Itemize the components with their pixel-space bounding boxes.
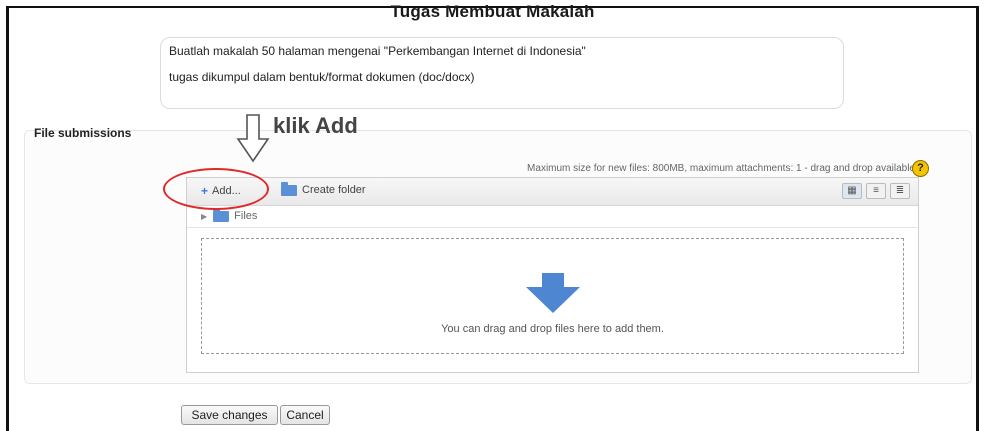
folder-icon xyxy=(213,207,230,222)
drop-zone-text: You can drag and drop files here to add … xyxy=(441,323,664,335)
help-icon[interactable]: ? xyxy=(912,160,929,177)
max-size-info: Maximum size for new files: 800MB, maxim… xyxy=(527,163,915,174)
annotation-text: klik Add xyxy=(273,113,358,138)
annotation-arrow-icon xyxy=(236,114,270,163)
file-manager: + Add... Create folder ▦ ≡ ≣ ▶ Files You… xyxy=(186,177,919,373)
expand-triangle-icon[interactable]: ▶ xyxy=(201,212,207,221)
tree-view-icon[interactable]: ≣ xyxy=(890,183,910,199)
folder-icon xyxy=(281,181,297,196)
save-changes-button[interactable]: Save changes xyxy=(181,405,278,425)
description-line-2: tugas dikumpul dalam bentuk/format dokum… xyxy=(169,70,475,84)
path-files-label[interactable]: Files xyxy=(234,210,257,222)
list-view-icon[interactable]: ≡ xyxy=(866,183,886,199)
file-submissions-label: File submissions xyxy=(34,126,132,140)
view-switcher: ▦ ≡ ≣ xyxy=(842,183,910,199)
assignment-description: Buatlah makalah 50 halaman mengenai "Per… xyxy=(160,37,844,109)
create-folder-label: Create folder xyxy=(302,184,366,196)
page-title: Tugas Membuat Makalah xyxy=(390,2,595,21)
highlight-circle xyxy=(163,168,269,210)
icons-view-icon[interactable]: ▦ xyxy=(842,183,862,199)
cancel-button[interactable]: Cancel xyxy=(280,405,330,425)
description-line-1: Buatlah makalah 50 halaman mengenai "Per… xyxy=(169,44,586,58)
drop-arrow-icon xyxy=(526,273,580,313)
drop-zone[interactable]: You can drag and drop files here to add … xyxy=(201,238,904,354)
create-folder-button[interactable]: Create folder xyxy=(281,181,366,196)
path-bar: ▶ Files xyxy=(187,205,918,228)
file-manager-toolbar: + Add... Create folder ▦ ≡ ≣ xyxy=(187,178,918,206)
